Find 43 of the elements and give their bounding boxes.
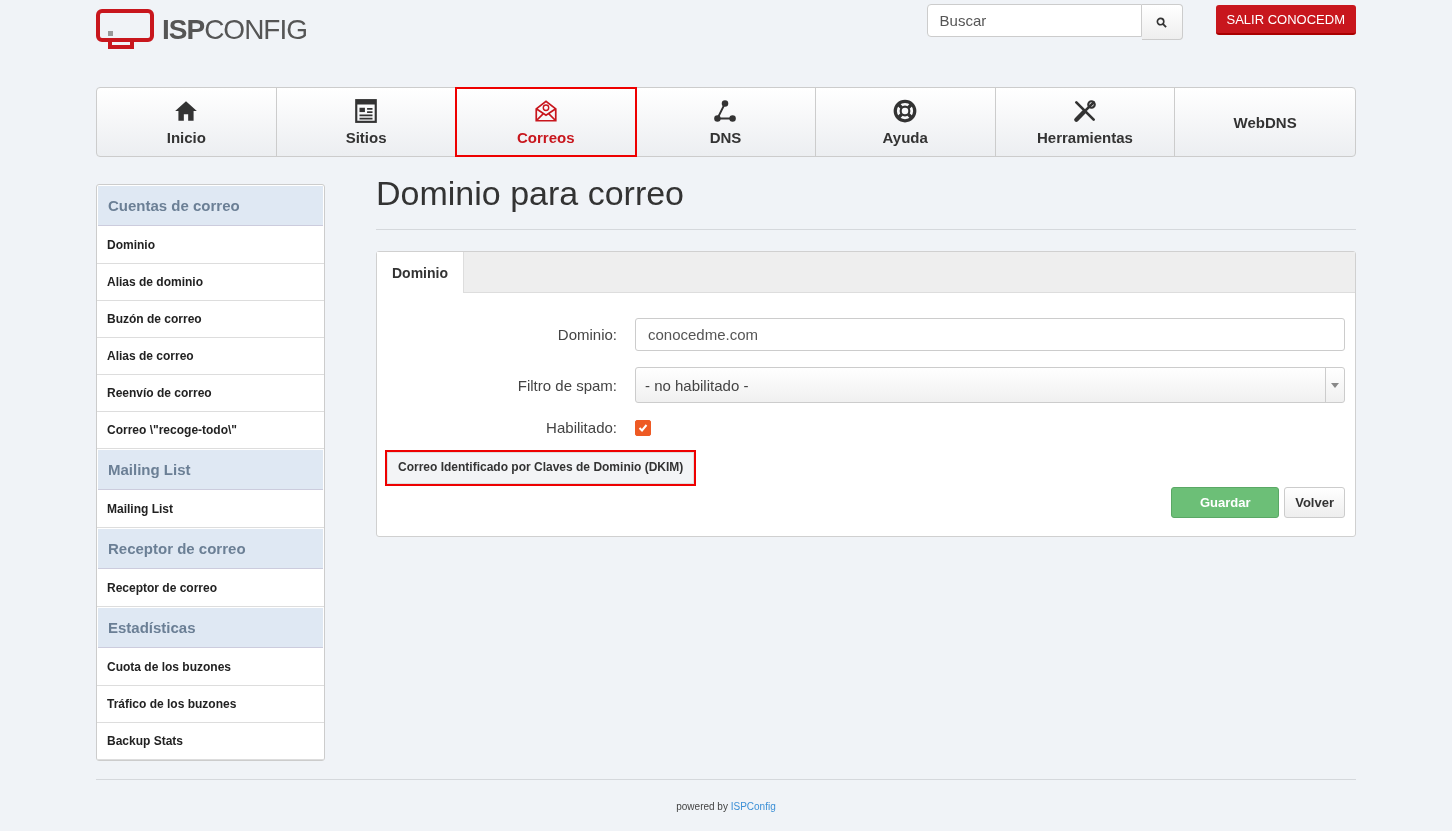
form-tab[interactable]: Dominio — [377, 252, 464, 293]
search-field[interactable]: Buscar — [926, 4, 1142, 37]
nav-tab[interactable]: Ayuda — [815, 88, 996, 156]
field-label: Dominio: — [556, 326, 617, 343]
sidebar-item[interactable]: Tráfico de los buzones — [97, 686, 324, 723]
mail-icon — [532, 98, 559, 124]
enabled-checkbox[interactable] — [635, 419, 651, 436]
sidebar-heading: Estadísticas — [98, 608, 323, 648]
domain-field[interactable]: conocedme.com — [635, 318, 1345, 351]
sidebar-item[interactable]: Buzón de correo — [97, 301, 324, 338]
nav-tab[interactable]: WebDNS — [1175, 88, 1355, 156]
search-icon — [1156, 16, 1168, 28]
sidebar-item[interactable]: Alias de correo — [97, 338, 324, 375]
search-button[interactable] — [1141, 4, 1183, 40]
nav-tab[interactable]: Herramientas — [995, 88, 1176, 156]
field-label: Habilitado: — [545, 419, 617, 436]
sidebar-item[interactable]: Alias de dominio — [97, 264, 324, 301]
nav-tab[interactable]: Sitios — [276, 88, 457, 156]
footer-text: powered by ISPConfig — [676, 801, 776, 812]
dkim-tab[interactable]: Correo Identificado por Claves de Dominio (DKIM) — [387, 452, 695, 484]
sidebar-item[interactable]: Mailing List — [97, 491, 324, 528]
spam-filter-select[interactable]: - no habilitado - — [635, 367, 1345, 403]
nav-tab[interactable]: Inicio — [97, 88, 277, 156]
logout-button[interactable]: SALIR CONOCEDM — [1215, 5, 1356, 35]
caret-icon — [1331, 382, 1339, 388]
sidebar-heading: Receptor de correo — [98, 529, 323, 569]
sidebar-heading: Cuentas de correo — [98, 186, 323, 226]
check-icon — [638, 422, 648, 433]
sidebar-item[interactable]: Reenvío de correo — [97, 375, 324, 412]
sidebar-heading: Mailing List — [98, 450, 323, 490]
logo-text: ISPCONFIG — [162, 14, 308, 46]
sidebar-item[interactable]: Dominio — [97, 227, 324, 264]
nav-tab[interactable]: Correos — [456, 88, 637, 156]
nav-tab[interactable]: DNS — [636, 88, 816, 156]
logo-icon — [96, 9, 154, 51]
page-title: Dominio para correo — [376, 174, 1356, 230]
back-button[interactable]: Volver — [1284, 487, 1345, 518]
tools-icon — [1071, 98, 1098, 124]
sidebar-item[interactable]: Cuota de los buzones — [97, 649, 324, 686]
sidebar-item[interactable]: Correo \"recoge-todo\" — [97, 412, 324, 449]
sidebar-item[interactable]: Receptor de correo — [97, 570, 324, 607]
sidebar-item[interactable]: Backup Stats — [97, 723, 324, 760]
field-label: Filtro de spam: — [516, 376, 617, 394]
